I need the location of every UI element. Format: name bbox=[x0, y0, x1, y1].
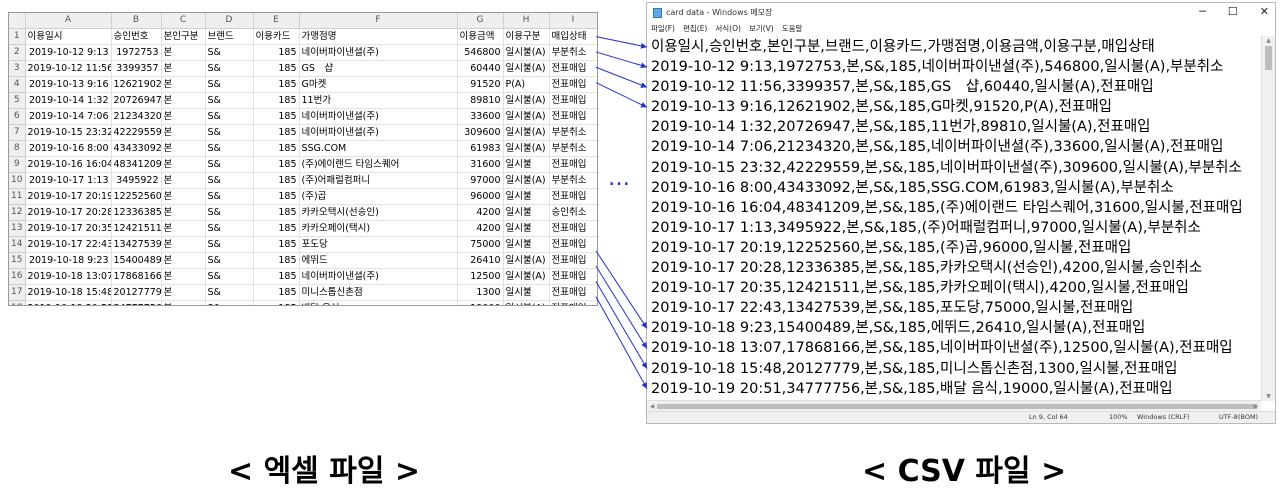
caption-excel: < 엑셀 파일 > bbox=[228, 454, 421, 489]
connector-arrows bbox=[595, 36, 648, 389]
connector-arrow bbox=[595, 82, 648, 108]
ellipsis: … bbox=[608, 166, 631, 191]
connector-arrow bbox=[595, 296, 648, 389]
connector-arrow bbox=[595, 51, 648, 69]
caption-csv: < CSV 파일 > bbox=[862, 454, 1067, 489]
connector-arrow bbox=[595, 265, 648, 349]
connector-arrow bbox=[595, 250, 648, 329]
connector-arrow bbox=[595, 66, 648, 88]
connector-arrow bbox=[595, 281, 648, 369]
connector-arrow bbox=[595, 36, 648, 49]
